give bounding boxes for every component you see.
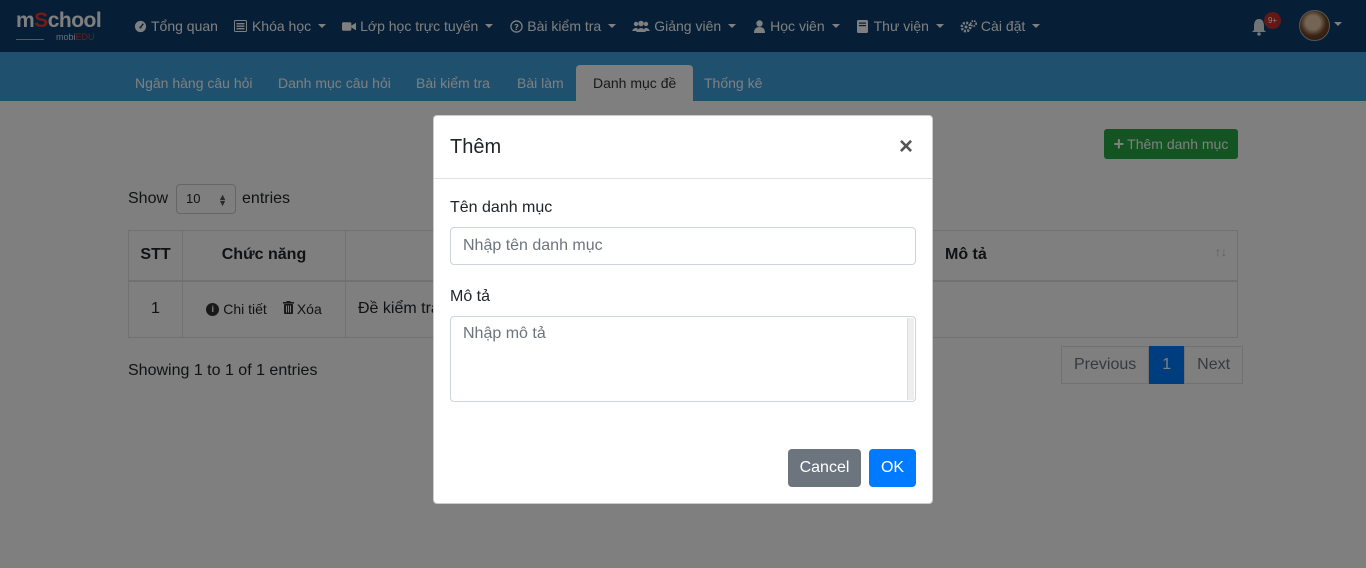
description-textarea[interactable]: Nhập mô tả xyxy=(450,316,916,402)
category-name-input[interactable]: Nhập tên danh mục xyxy=(450,227,916,265)
description-label: Mô tả xyxy=(450,288,491,305)
ok-button[interactable]: OK xyxy=(869,449,916,487)
textarea-scrollbar[interactable] xyxy=(907,318,914,400)
cancel-button[interactable]: Cancel xyxy=(788,449,861,487)
category-name-label: Tên danh mục xyxy=(450,199,553,216)
modal-header: Thêm × xyxy=(434,116,932,179)
add-category-modal: Thêm × Tên danh mục Nhập tên danh mục Mô… xyxy=(433,115,933,504)
close-icon[interactable]: × xyxy=(899,135,913,159)
modal-title: Thêm xyxy=(450,136,502,158)
